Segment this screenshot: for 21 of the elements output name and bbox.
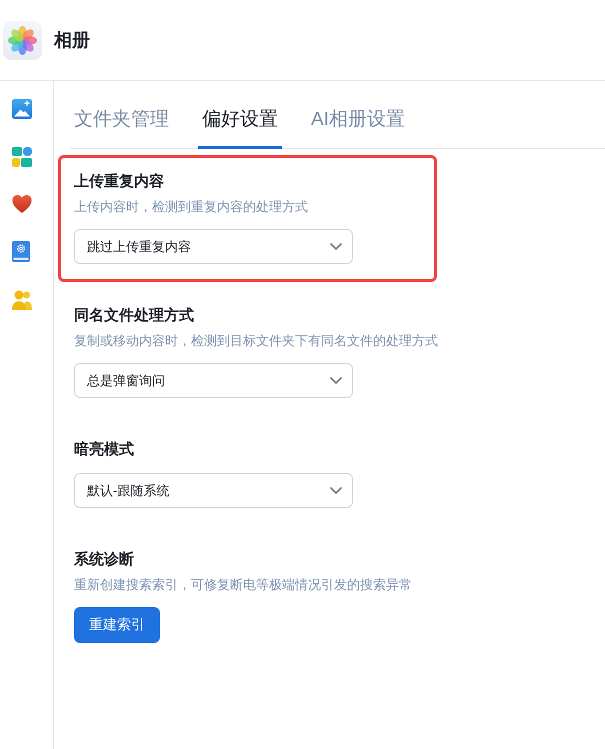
dropdown-select[interactable]: 默认-跟随系统	[74, 473, 353, 508]
section-title: 上传重复内容	[74, 172, 164, 192]
image-icon[interactable]	[12, 99, 32, 119]
section-title: 暗亮模式	[74, 440, 134, 460]
tiles-icon[interactable]	[12, 147, 32, 167]
heart-icon[interactable]	[12, 195, 32, 213]
action-button[interactable]: 重建索引	[74, 607, 160, 643]
chevron-down-icon	[330, 243, 342, 250]
section-description: 重新创建搜索索引，可修复断电等极端情况引发的搜索异常	[74, 576, 412, 594]
tab[interactable]: 偏好设置	[198, 96, 282, 149]
section-description: 上传内容时，检测到重复内容的处理方式	[74, 198, 308, 216]
app-logo-icon	[3, 20, 42, 60]
section-description: 复制或移动内容时，检测到目标文件夹下有同名文件的处理方式	[74, 332, 438, 350]
chevron-down-icon	[330, 487, 342, 494]
dropdown-select[interactable]: 总是弹窗询问	[74, 363, 353, 398]
section-title: 同名文件处理方式	[74, 306, 194, 326]
book-icon[interactable]	[12, 241, 30, 262]
section-title: 系统诊断	[74, 550, 134, 570]
dropdown-select[interactable]: 跳过上传重复内容	[74, 229, 353, 264]
app-title: 相册	[54, 29, 90, 52]
chevron-down-icon	[330, 377, 342, 384]
